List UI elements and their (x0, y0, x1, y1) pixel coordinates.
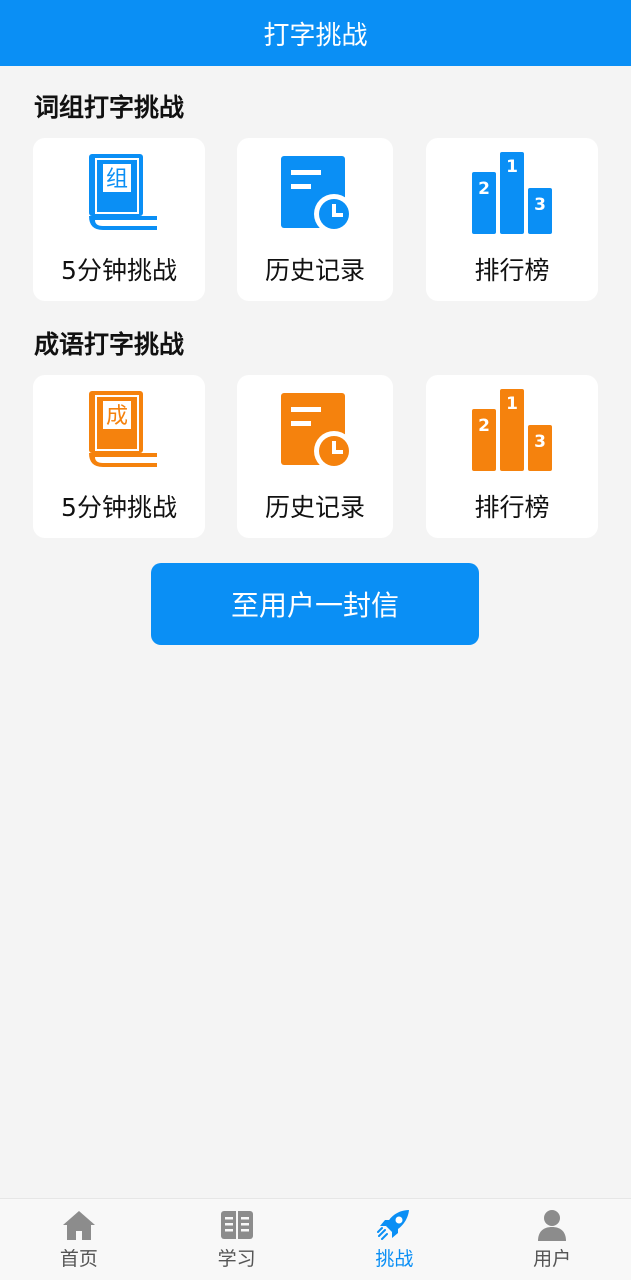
card-label: 5分钟挑战 (61, 256, 177, 285)
book-open-icon (219, 1208, 255, 1242)
book-char: 成 (106, 404, 128, 429)
bottom-tab-bar: 首页 学习 挑战 用户 (0, 1198, 631, 1280)
rank-2: 2 (478, 179, 490, 199)
book-char: 组 (106, 167, 128, 192)
page-title: 打字挑战 (263, 20, 368, 51)
book-icon: 成 (75, 387, 163, 475)
tab-label: 学习 (217, 1248, 256, 1270)
idiom-5min-challenge-card[interactable]: 成 5分钟挑战 (33, 375, 205, 538)
letter-to-user-button[interactable]: 至用户一封信 (151, 563, 479, 645)
tab-label: 首页 (59, 1248, 98, 1270)
section-title-idiom: 成语打字挑战 (34, 330, 185, 359)
card-label: 排行榜 (474, 493, 550, 522)
tab-study[interactable]: 学习 (158, 1199, 316, 1280)
tab-home[interactable]: 首页 (0, 1199, 158, 1280)
tab-user[interactable]: 用户 (473, 1199, 631, 1280)
history-svg (281, 393, 354, 471)
section-title-phrase: 词组打字挑战 (34, 93, 185, 122)
rocket-icon (376, 1208, 412, 1242)
rank-2: 2 (478, 416, 490, 436)
phrase-5min-challenge-card[interactable]: 组 5分钟挑战 (33, 138, 205, 301)
card-label: 排行榜 (474, 256, 550, 285)
history-icon (271, 387, 359, 475)
podium-icon: 1 2 3 (468, 387, 556, 475)
challenge-page: 打字挑战 词组打字挑战 组 5分钟挑战 历史记录 1 2 3 排行榜 成语打字挑… (0, 0, 631, 1280)
book-svg: 成 (89, 391, 157, 467)
idiom-history-card[interactable]: 历史记录 (237, 375, 393, 538)
home-icon (61, 1208, 97, 1242)
podium-icon: 1 2 3 (468, 150, 556, 238)
book-svg: 组 (89, 154, 157, 230)
history-svg (281, 156, 354, 234)
card-label: 历史记录 (264, 256, 365, 285)
card-label: 历史记录 (264, 493, 365, 522)
tab-label: 用户 (533, 1248, 572, 1270)
user-icon (534, 1208, 570, 1242)
tab-label: 挑战 (375, 1248, 414, 1270)
podium-svg: 1 2 3 (472, 389, 552, 471)
podium-svg: 1 2 3 (472, 152, 552, 234)
rank-1: 1 (506, 394, 518, 414)
rank-3: 3 (534, 195, 546, 215)
top-bar: 打字挑战 (0, 0, 631, 66)
tab-challenge[interactable]: 挑战 (316, 1199, 474, 1280)
phrase-history-card[interactable]: 历史记录 (237, 138, 393, 301)
rank-3: 3 (534, 432, 546, 452)
idiom-leaderboard-card[interactable]: 1 2 3 排行榜 (426, 375, 598, 538)
phrase-leaderboard-card[interactable]: 1 2 3 排行榜 (426, 138, 598, 301)
history-icon (271, 150, 359, 238)
card-label: 5分钟挑战 (61, 493, 177, 522)
book-icon: 组 (75, 150, 163, 238)
rank-1: 1 (506, 157, 518, 177)
